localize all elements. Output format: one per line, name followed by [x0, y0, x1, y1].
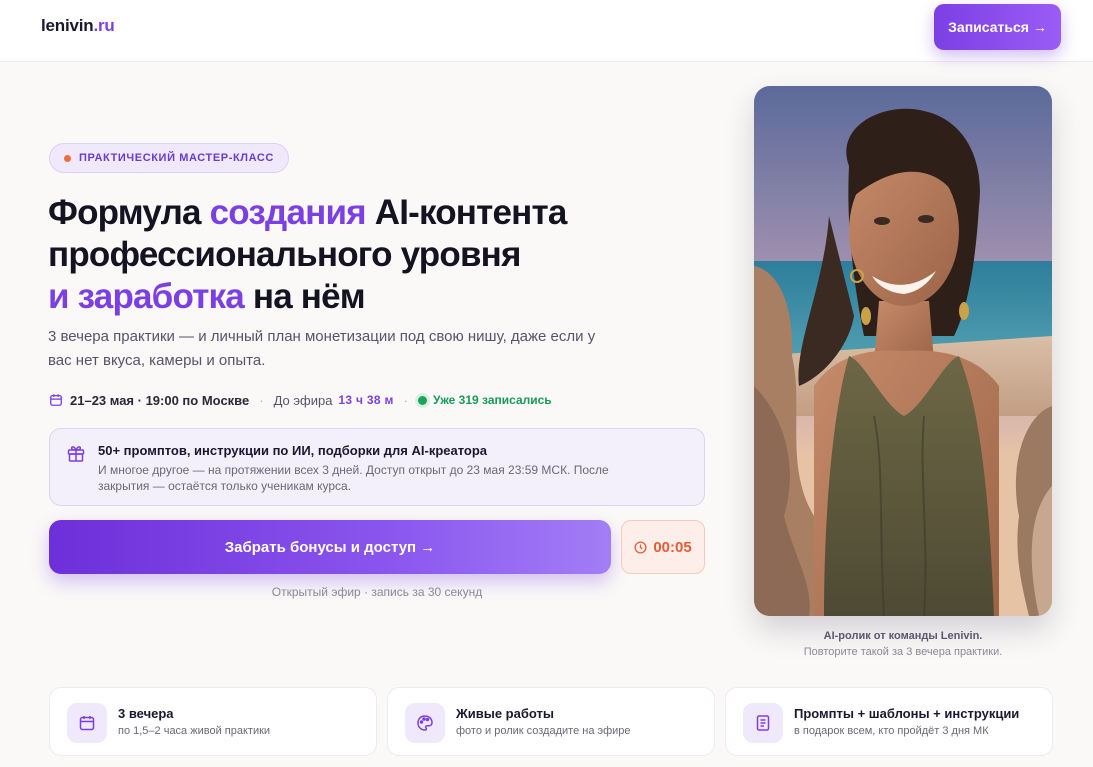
- gift-icon: [67, 446, 85, 462]
- event-type-badge: ПРАКТИЧЕСКИЙ МАСТЕР-КЛАСС: [49, 143, 289, 173]
- book-icon: [756, 715, 770, 731]
- cta-caption: Открытый эфир · запись за 30 секунд: [271, 585, 483, 599]
- palette-icon: [417, 715, 433, 731]
- logo-main: lenivin: [41, 16, 94, 35]
- photo-caption: AI-ролик от команды Lenivin. Повторите т…: [754, 628, 1052, 660]
- get-bonuses-button[interactable]: Забрать бонусы и доступ →: [49, 520, 611, 574]
- bonus-description: И многое другое — на протяжении всех 3 д…: [98, 463, 609, 493]
- feature-icon-box: [743, 703, 783, 743]
- feature-card-prompts: Промпты + шаблоны + инструкции в подарок…: [725, 687, 1053, 756]
- meta-separator: ·: [403, 392, 409, 408]
- title-part-3: на нём: [243, 277, 366, 316]
- meta-separator: ·: [259, 392, 264, 408]
- hero-photo: [754, 86, 1052, 616]
- calendar-icon: [50, 394, 62, 406]
- event-meta-row: 21–23 мая · 19:00 по Москве · До эфира 1…: [49, 391, 552, 409]
- feature-title: Живые работы: [456, 706, 554, 721]
- event-date: 21–23 мая · 19:00 по Москве: [70, 392, 250, 408]
- feature-icon-box: [405, 703, 445, 743]
- page-subtitle: 3 вечера практики — и личный план монети…: [48, 328, 596, 369]
- feature-subtitle: фото и ролик создадите на эфире: [456, 725, 631, 737]
- signup-button[interactable]: Записаться →: [934, 4, 1061, 50]
- site-header: lenivin.ru Записаться →: [0, 0, 1093, 62]
- feature-subtitle: по 1,5–2 часа живой практики: [118, 725, 271, 737]
- badge-dot-icon: [64, 154, 71, 162]
- timer-value: 00:05: [653, 538, 692, 556]
- feature-card-live-works: Живые работы фото и ролик создадите на э…: [387, 687, 715, 756]
- live-status-dot-icon: [418, 395, 428, 405]
- feature-title: Промпты + шаблоны + инструкции: [794, 706, 1020, 721]
- woman-portrait-image: [754, 86, 1052, 616]
- site-logo[interactable]: lenivin.ru: [41, 16, 115, 36]
- feature-card-evenings: 3 вечера по 1,5–2 часа живой практики: [49, 687, 377, 756]
- title-accent-1: создания: [209, 193, 367, 232]
- clock-icon: [634, 540, 647, 554]
- photo-caption-title: AI-ролик от команды Lenivin.: [823, 630, 983, 642]
- title-accent-2: и заработка: [48, 277, 245, 316]
- photo-caption-subtitle: Повторите такой за 3 вечера практики.: [803, 646, 1003, 658]
- signup-count: Уже 319 записались: [433, 393, 552, 407]
- countdown-label: До эфира: [273, 392, 333, 408]
- bonus-title: 50+ промптов, инструкции по ИИ, подборки…: [98, 443, 488, 458]
- feature-title: 3 вечера: [118, 706, 174, 721]
- calendar-icon: [79, 716, 95, 731]
- badge-label: ПРАКТИЧЕСКИЙ МАСТЕР-КЛАСС: [79, 152, 274, 164]
- logo-tld: .ru: [93, 16, 115, 35]
- page-title: Формула создания AI-контента профессиона…: [48, 192, 688, 318]
- countdown-value: 13 ч 38 м: [338, 393, 394, 407]
- feature-subtitle: в подарок всем, кто пройдёт 3 дня МК: [794, 725, 989, 737]
- bonus-card: 50+ промптов, инструкции по ИИ, подборки…: [49, 428, 705, 506]
- countdown-timer: 00:05: [621, 520, 705, 574]
- title-part-1: Формула: [48, 193, 210, 232]
- feature-icon-box: [67, 703, 107, 743]
